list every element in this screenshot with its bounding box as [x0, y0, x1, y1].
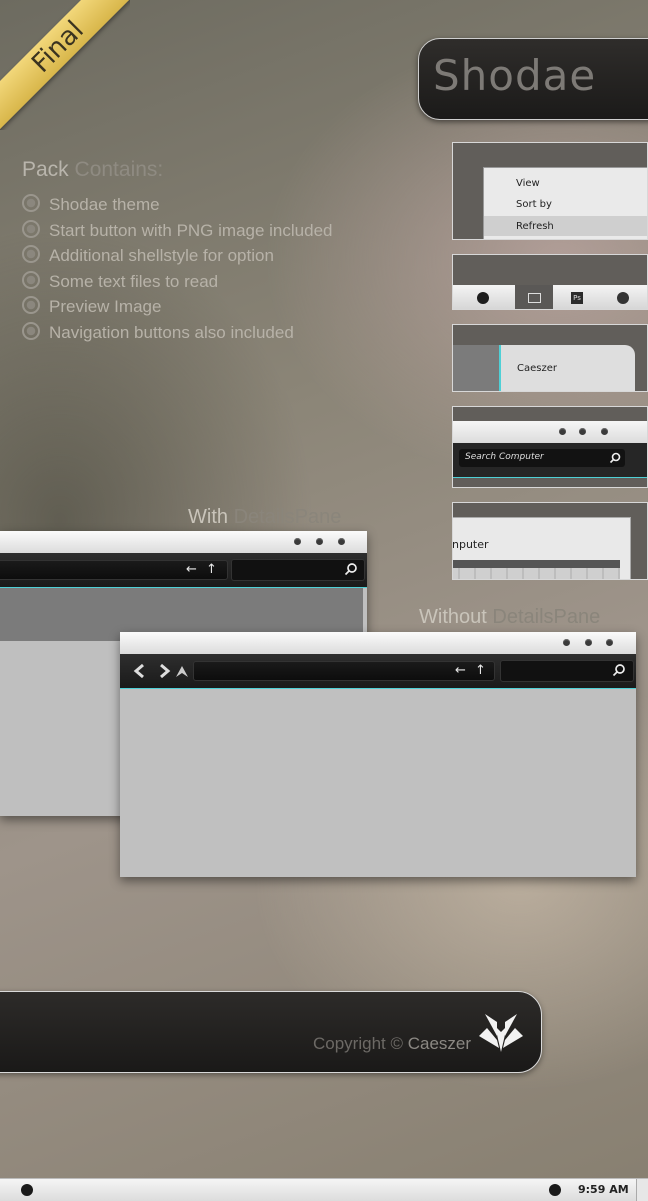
context-menu-item-sort-by[interactable]: Sort by: [516, 199, 552, 210]
context-menu-item-view[interactable]: View: [516, 178, 540, 189]
list-item-label: Navigation buttons also included: [49, 322, 294, 342]
preview-window-thumb: nputer: [452, 502, 648, 580]
copyright-author: Caeszer: [407, 1034, 472, 1053]
caption-with-details: With DetailsPane: [188, 506, 341, 529]
search-icon[interactable]: [612, 664, 625, 677]
close-dot-icon[interactable]: [606, 639, 613, 646]
list-item: Shodae theme: [22, 192, 332, 218]
search-placeholder: Search Computer: [465, 452, 544, 462]
up-arrow-icon[interactable]: ↑: [475, 664, 486, 678]
bullet-ring-icon: [22, 270, 40, 289]
details-pane-preview: Caeszer: [452, 324, 648, 392]
caption-without-details: Without DetailsPane: [419, 606, 600, 629]
bullet-ring-icon: [22, 219, 40, 238]
clock[interactable]: 9:59 AM: [578, 1183, 629, 1196]
folder-icon[interactable]: [528, 293, 541, 303]
window-dot-icon[interactable]: [559, 428, 566, 435]
bullet-ring-icon: [22, 194, 40, 212]
up-arrow-icon[interactable]: ↑: [206, 563, 217, 577]
list-item: Preview Image: [22, 294, 332, 320]
context-menu: View Sort by Refresh: [483, 167, 647, 239]
content-area: [120, 689, 636, 877]
list-item-label: Preview Image: [49, 297, 162, 316]
show-desktop-button[interactable]: [636, 1179, 648, 1201]
back-icon[interactable]: [132, 663, 146, 679]
preview-content: [453, 568, 620, 579]
list-item: Some text files to read: [22, 269, 332, 295]
search-icon[interactable]: [344, 563, 357, 576]
window-dot-icon[interactable]: [579, 428, 586, 435]
list-item-label: Shodae theme: [49, 195, 160, 214]
copyright-badge: Copyright © Caeszer: [0, 991, 542, 1073]
close-dot-icon[interactable]: [338, 538, 345, 545]
caption-with-a: With: [188, 506, 228, 528]
titlebar: [453, 421, 647, 443]
back-arrow-icon[interactable]: ←: [186, 563, 197, 577]
caption-without-a: Without: [419, 606, 487, 628]
preview-window: nputer: [452, 517, 631, 579]
navigation-bar: ← ↑: [0, 553, 367, 588]
pack-list: Shodae theme Start button with PNG image…: [22, 192, 332, 345]
address-bar[interactable]: [193, 661, 495, 681]
taskbar-preview: Ps: [452, 254, 648, 310]
context-menu-preview: View Sort by Refresh: [452, 142, 648, 240]
minimize-dot-icon[interactable]: [563, 639, 570, 646]
list-item: Navigation buttons also included: [22, 320, 332, 346]
list-item: Additional shellstyle for option: [22, 243, 332, 269]
titlebar: [120, 632, 636, 654]
preview-window-title: nputer: [452, 538, 489, 551]
search-input[interactable]: Search Computer: [459, 449, 625, 467]
list-item: Start button with PNG image included: [22, 218, 332, 244]
final-ribbon-label: Final: [0, 0, 130, 130]
brand-badge: Shodae: [418, 38, 648, 120]
minimize-dot-icon[interactable]: [294, 538, 301, 545]
recent-pages-icon[interactable]: [176, 666, 188, 677]
caption-with-b: DetailsPane: [233, 506, 342, 528]
navigation-bar: ← ↑: [120, 654, 636, 689]
pack-heading-b: Contains:: [74, 158, 164, 181]
caption-without-b: DetailsPane: [492, 606, 601, 628]
list-item-label: Start button with PNG image included: [49, 220, 333, 240]
copyright-label: Copyright ©: [313, 1034, 404, 1053]
maximize-dot-icon[interactable]: [585, 639, 592, 646]
list-item-label: Additional shellstyle for option: [49, 246, 274, 265]
forward-icon[interactable]: [158, 663, 172, 679]
final-ribbon: Final: [0, 0, 130, 130]
search-bar-preview: Search Computer: [452, 406, 648, 488]
bullet-ring-icon: [22, 321, 40, 340]
copyright-text: Copyright © Caeszer: [313, 1034, 471, 1054]
taskbar: 9:59 AM: [0, 1178, 648, 1201]
context-menu-item-refresh[interactable]: Refresh: [516, 221, 554, 232]
window-dot-icon[interactable]: [601, 428, 608, 435]
start-orb-icon[interactable]: [477, 292, 489, 304]
details-pane-side: [453, 345, 499, 391]
logo-icon: [479, 1014, 523, 1052]
tray-orb-icon[interactable]: [549, 1184, 561, 1196]
firefox-icon[interactable]: [617, 292, 629, 304]
search-icon[interactable]: [609, 452, 621, 464]
bullet-ring-icon: [22, 245, 40, 263]
maximize-dot-icon[interactable]: [316, 538, 323, 545]
photoshop-icon[interactable]: Ps: [571, 292, 583, 304]
pack-heading: Pack Contains:: [22, 158, 163, 182]
details-pane-name: Caeszer: [517, 363, 557, 374]
start-orb-icon[interactable]: [21, 1184, 33, 1196]
back-arrow-icon[interactable]: ←: [455, 664, 466, 678]
details-pane-panel: Caeszer: [499, 345, 635, 391]
pack-heading-a: Pack: [22, 158, 69, 181]
titlebar: [0, 531, 367, 553]
bullet-ring-icon: [22, 296, 40, 314]
brand-title: Shodae: [433, 51, 597, 100]
list-item-label: Some text files to read: [49, 271, 219, 291]
preview-nav-strip: [453, 560, 620, 568]
context-menu-highlight: [484, 216, 647, 236]
explorer-window-without-details: ← ↑: [120, 632, 636, 877]
